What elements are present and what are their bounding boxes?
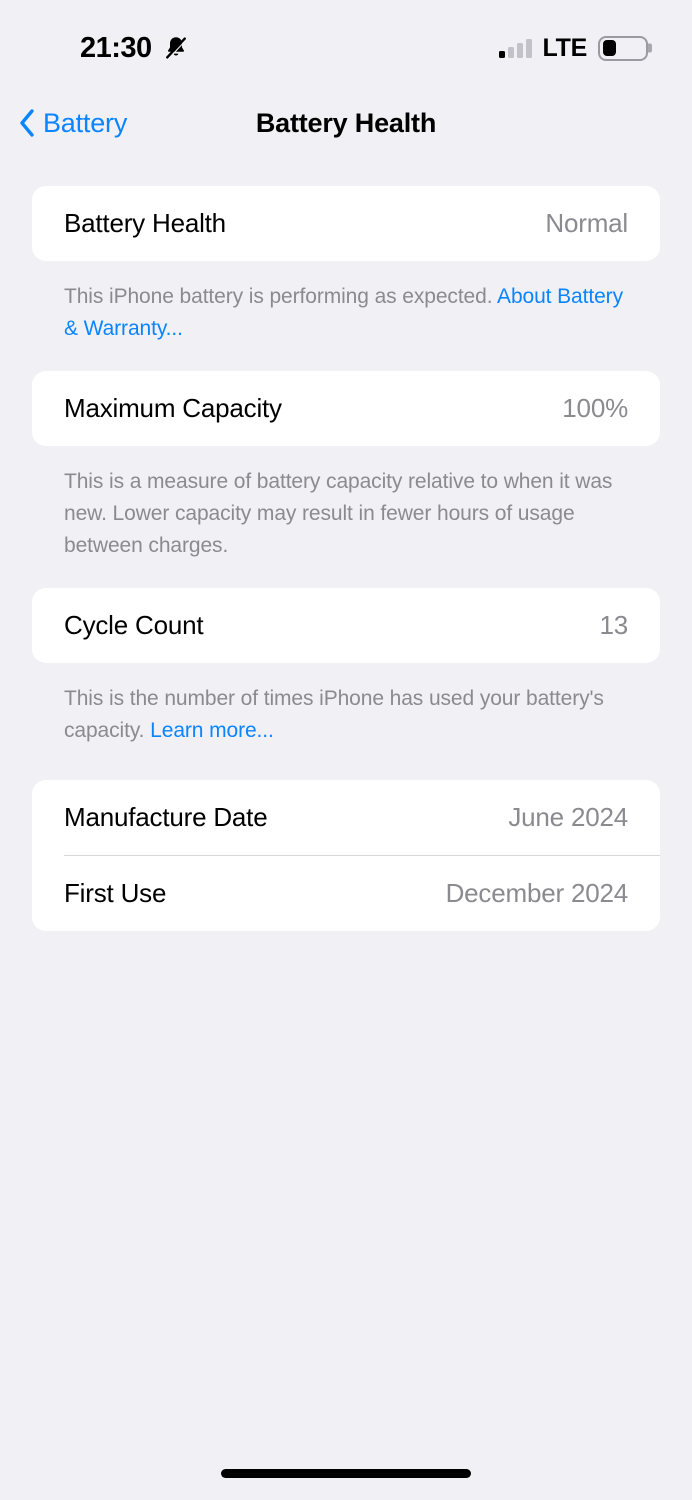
status-badge: Normal: [545, 208, 628, 238]
row-label: First Use: [64, 878, 167, 908]
back-button[interactable]: Battery: [18, 95, 127, 151]
row-first-use[interactable]: First Use December 2024: [32, 856, 660, 931]
status-bar-right: LTE: [498, 33, 652, 63]
back-button-label: Battery: [43, 107, 128, 138]
row-value: 100%: [562, 393, 628, 423]
status-bar-clock: 21:30: [80, 31, 152, 64]
learn-more-link[interactable]: Learn more...: [150, 719, 274, 742]
row-manufacture-date[interactable]: Manufacture Date June 2024: [32, 780, 660, 855]
footnote-maximum-capacity: This is a measure of battery capacity re…: [64, 466, 628, 562]
bell-slash-icon: [162, 34, 190, 62]
row-label: Manufacture Date: [64, 802, 268, 832]
row-value: June 2024: [508, 802, 628, 832]
row-label: Maximum Capacity: [64, 393, 282, 423]
footnote-text: This is a measure of battery capacity re…: [64, 470, 613, 557]
carrier-label: LTE: [542, 33, 588, 62]
row-battery-health[interactable]: Battery Health Normal: [32, 186, 660, 261]
card-battery-health: Battery Health Normal: [32, 186, 660, 261]
battery-low-icon: [598, 35, 652, 61]
row-cycle-count[interactable]: Cycle Count 13: [32, 588, 660, 663]
row-label: Battery Health: [64, 208, 226, 238]
status-bar: 21:30 LTE: [0, 0, 692, 90]
row-label: Cycle Count: [64, 610, 204, 640]
footnote-text: This iPhone battery is performing as exp…: [64, 285, 498, 308]
chevron-left-icon: [18, 108, 36, 138]
footnote-text: This is the number of times iPhone has u…: [64, 687, 604, 742]
section-cycle-count: Cycle Count 13 This is the number of tim…: [32, 588, 660, 747]
footnote-battery-health: This iPhone battery is performing as exp…: [64, 281, 628, 345]
cellular-signal-icon: [498, 38, 532, 58]
row-value: December 2024: [445, 878, 629, 908]
card-maximum-capacity: Maximum Capacity 100%: [32, 371, 660, 446]
settings-content: Battery Health Normal This iPhone batter…: [0, 186, 692, 931]
navigation-bar: Battery Health Battery: [0, 95, 692, 155]
section-maximum-capacity: Maximum Capacity 100% This is a measure …: [32, 371, 660, 562]
section-battery-dates: Manufacture Date June 2024 First Use Dec…: [32, 780, 660, 931]
card-battery-dates: Manufacture Date June 2024 First Use Dec…: [32, 780, 660, 931]
section-battery-health: Battery Health Normal This iPhone batter…: [32, 186, 660, 345]
row-value: 13: [599, 610, 628, 640]
row-maximum-capacity[interactable]: Maximum Capacity 100%: [32, 371, 660, 446]
status-bar-left: 21:30: [80, 32, 190, 65]
home-indicator[interactable]: [221, 1469, 471, 1478]
card-cycle-count: Cycle Count 13: [32, 588, 660, 663]
footnote-cycle-count: This is the number of times iPhone has u…: [64, 683, 628, 747]
